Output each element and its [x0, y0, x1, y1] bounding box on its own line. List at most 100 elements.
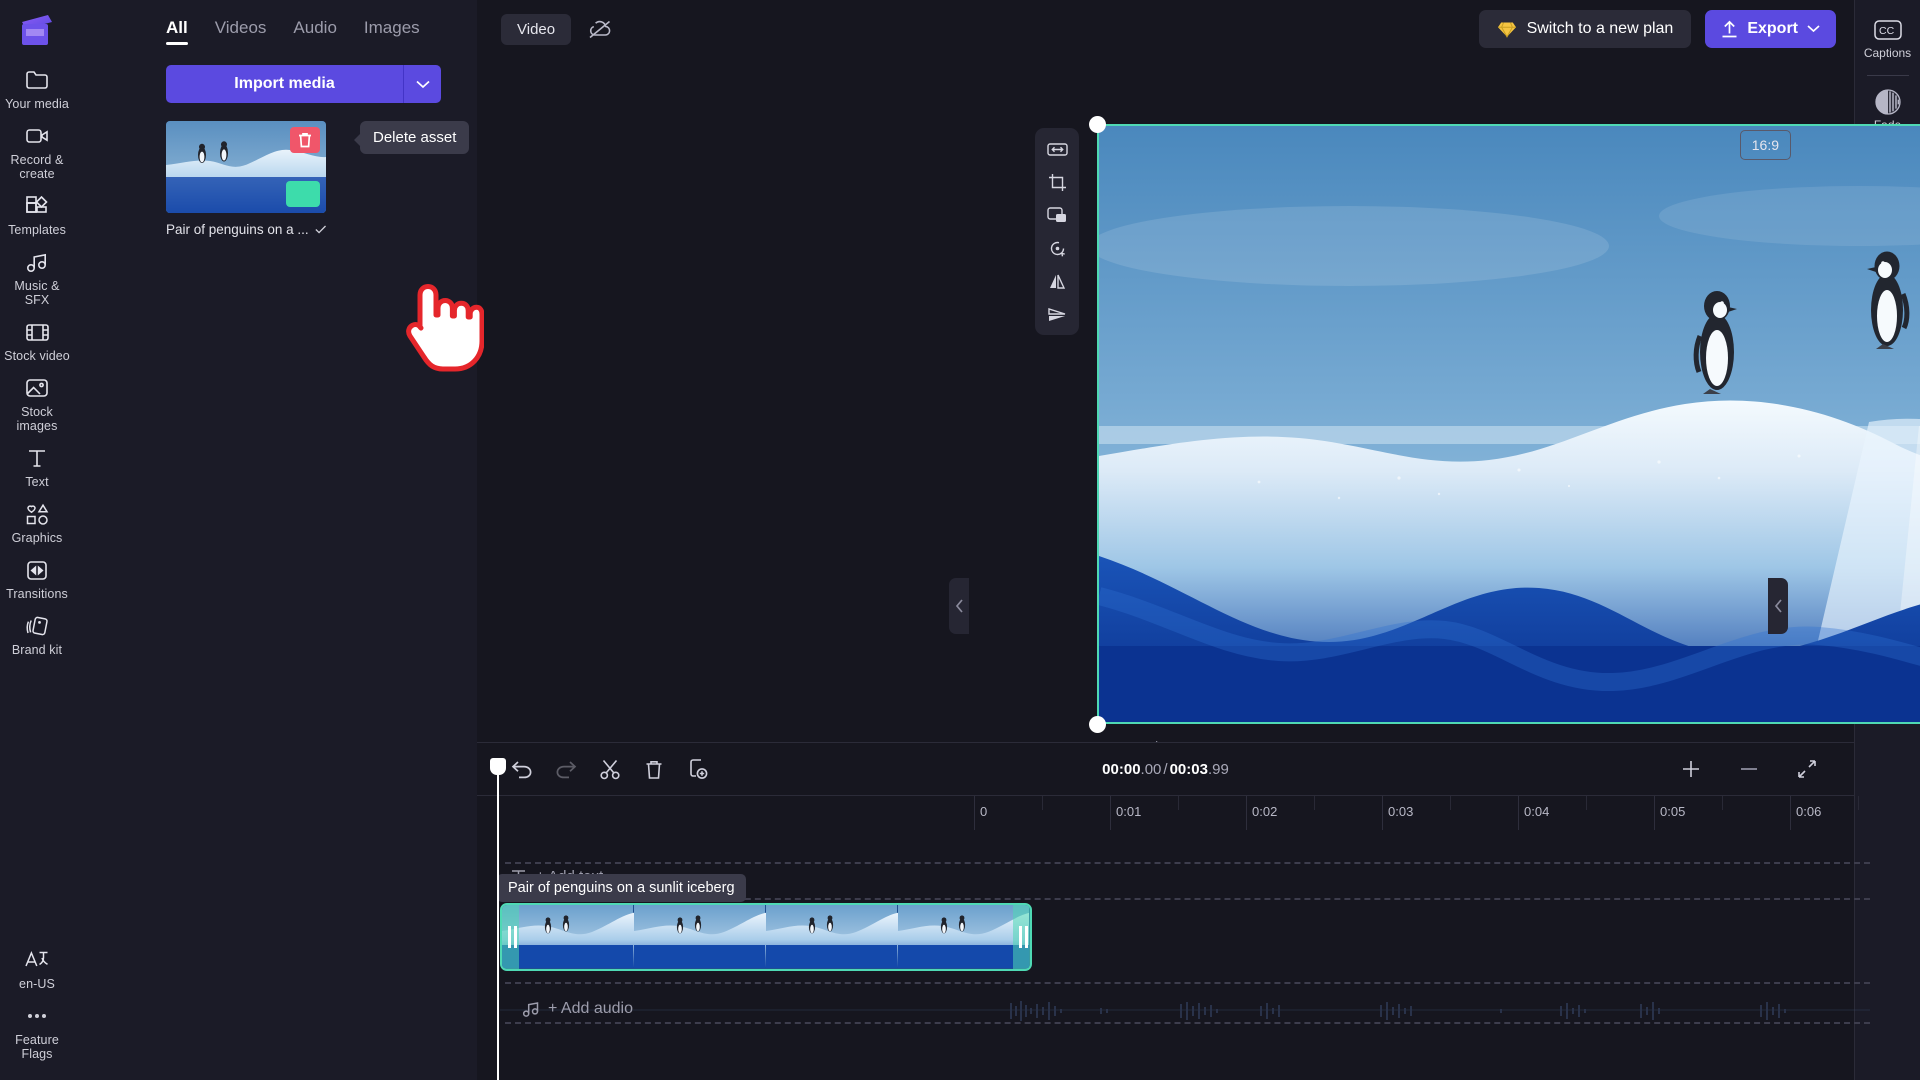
video-preview[interactable] [1097, 124, 1920, 724]
ellipsis-icon [25, 1003, 49, 1029]
tab-audio[interactable]: Audio [293, 18, 336, 45]
cloud-off-icon[interactable] [587, 19, 613, 39]
transitions-icon [25, 557, 49, 583]
redo-icon[interactable] [549, 752, 583, 786]
clip-trim-handle-left[interactable] [502, 905, 519, 969]
sidebar-item-record-create[interactable]: Record & create [0, 116, 74, 186]
trash-icon[interactable] [637, 752, 671, 786]
undo-icon[interactable] [505, 752, 539, 786]
sidebar-item-your-media[interactable]: Your media [0, 60, 74, 116]
chevron-down-icon [1807, 25, 1820, 33]
ruler-label: 0 [980, 804, 988, 819]
right-item-label: Captions [1863, 46, 1912, 60]
sidebar-item-graphics[interactable]: Graphics [0, 494, 74, 550]
svg-text:CC: CC [1879, 25, 1895, 37]
video-chip[interactable]: Video [501, 13, 572, 45]
import-media-dropdown-button[interactable] [403, 65, 441, 103]
timeline-toolbar: 00:00.00/00:03.99 [477, 743, 1854, 795]
folder-icon [25, 67, 49, 93]
left-rail: Your media Record & create Templates Mus… [0, 0, 74, 1080]
sidebar-label: Stock [21, 405, 53, 419]
sidebar-item-brand-kit[interactable]: Brand kit [0, 606, 74, 662]
text-t-icon [26, 445, 48, 471]
sidebar-label: Text [25, 475, 49, 489]
sidebar-item-stock-video[interactable]: Stock video [0, 312, 74, 368]
language-icon [24, 947, 50, 973]
rail-bottom-group: en-US Feature Flags [0, 940, 74, 1080]
app-logo[interactable] [0, 0, 74, 60]
sidebar-item-stock-images[interactable]: Stock images [0, 368, 74, 438]
time-separator: / [1163, 760, 1168, 778]
flip-horizontal-icon[interactable] [1040, 267, 1074, 295]
switch-plan-button[interactable]: Switch to a new plan [1478, 10, 1692, 48]
image-icon [25, 375, 49, 401]
sidebar-item-text[interactable]: Text [0, 438, 74, 494]
asset-list: Pair of penguins on a ... Delete asset [166, 121, 484, 372]
aspect-ratio-button[interactable]: 16:9 [1739, 130, 1791, 160]
sidebar-label-2: Flags [21, 1047, 53, 1061]
right-rail-divider [1866, 75, 1909, 76]
sidebar-label: Stock video [4, 349, 70, 363]
selection-handle-top-left[interactable] [1089, 116, 1106, 133]
fade-icon [1874, 89, 1901, 115]
scissors-icon[interactable] [593, 752, 627, 786]
playhead-knob[interactable] [490, 758, 506, 775]
audio-track-divider-top [505, 982, 1870, 984]
clip-tooltip: Pair of penguins on a sunlit iceberg [497, 874, 746, 902]
templates-icon [25, 193, 49, 219]
right-item-captions[interactable]: CC Captions [1855, 8, 1920, 66]
sidebar-label: Feature [15, 1033, 59, 1047]
import-media-button[interactable]: Import media [166, 65, 403, 103]
fit-to-screen-button[interactable] [1790, 752, 1824, 786]
sidebar-label: en-US [19, 977, 55, 991]
add-audio-track[interactable]: + Add audio [522, 1000, 633, 1018]
sidebar-item-transitions[interactable]: Transitions [0, 550, 74, 606]
media-asset-card[interactable]: Pair of penguins on a ... [166, 121, 326, 237]
tab-videos[interactable]: Videos [215, 18, 267, 45]
resize-icon[interactable] [1040, 135, 1074, 163]
asset-name-label: Pair of penguins on a ... [166, 222, 309, 237]
tab-all[interactable]: All [166, 18, 188, 45]
clip-trim-handle-right[interactable] [1013, 905, 1030, 969]
sidebar-item-language[interactable]: en-US [0, 940, 74, 996]
add-audio-label: + Add audio [548, 1000, 633, 1017]
asset-thumbnail[interactable] [166, 121, 326, 213]
tab-images[interactable]: Images [364, 18, 420, 45]
rotate-icon[interactable] [1040, 234, 1074, 262]
ruler-label: 0:03 [1388, 804, 1414, 819]
timeline-ruler[interactable]: 0 0:01 0:02 0:03 0:04 0:05 0:06 [477, 795, 1859, 830]
collapse-left-panel-button[interactable] [949, 578, 969, 634]
timeline-video-clip[interactable] [500, 903, 1032, 971]
audio-track-divider-bottom [505, 1022, 1870, 1024]
sidebar-item-feature-flags[interactable]: Feature Flags [0, 996, 74, 1066]
sidebar-item-music-sfx[interactable]: Music & SFX [0, 242, 74, 312]
picture-in-picture-icon[interactable] [1040, 201, 1074, 229]
zoom-out-button[interactable] [1732, 752, 1766, 786]
audio-waveform-decoration [500, 1001, 1870, 1021]
preview-frame-image [1099, 126, 1920, 722]
trim-grip [507, 926, 511, 948]
text-track-divider-top [505, 862, 1870, 864]
media-panel: All Videos Audio Images Import media Pai… [74, 0, 484, 1080]
flip-vertical-icon[interactable] [1040, 300, 1074, 328]
sidebar-item-templates[interactable]: Templates [0, 186, 74, 242]
zoom-in-button[interactable] [1674, 752, 1708, 786]
sidebar-label-2: create [19, 167, 55, 181]
selection-handle-bottom-left[interactable] [1089, 716, 1106, 733]
timeline-playhead[interactable] [490, 758, 506, 1080]
delete-asset-button[interactable] [290, 127, 320, 153]
captions-cc-icon: CC [1873, 17, 1902, 43]
export-button[interactable]: Export [1705, 10, 1836, 48]
chevron-down-icon [415, 80, 430, 88]
diamond-icon [1497, 21, 1516, 38]
total-time-frac: .99 [1207, 760, 1229, 778]
sidebar-label: Music & SFX [14, 279, 60, 307]
clipchamp-logo-icon [22, 15, 52, 45]
sidebar-label: Your media [5, 97, 69, 111]
check-icon [315, 225, 326, 234]
crop-icon[interactable] [1040, 168, 1074, 196]
upload-icon [1722, 20, 1737, 38]
duplicate-icon[interactable] [681, 752, 715, 786]
collapse-right-panel-button[interactable] [1768, 578, 1788, 634]
chevron-left-icon [955, 599, 963, 613]
